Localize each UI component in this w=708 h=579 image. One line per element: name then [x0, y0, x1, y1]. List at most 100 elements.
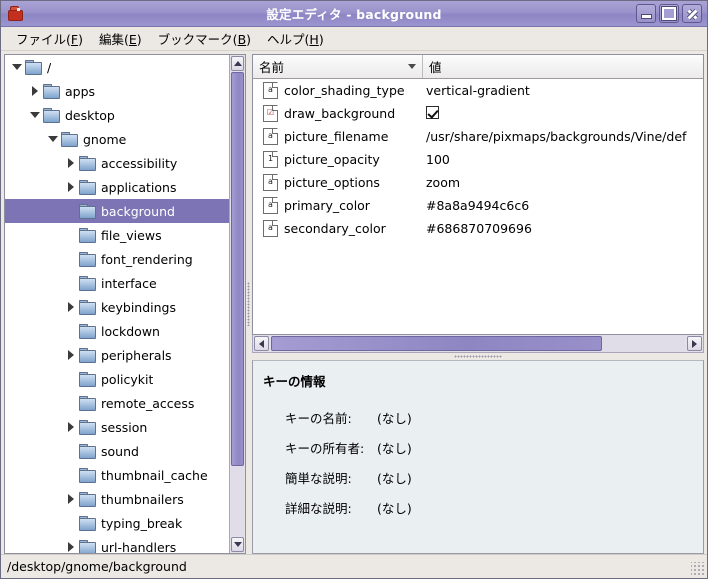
- expander-closed-icon[interactable]: [27, 86, 43, 96]
- titlebar[interactable]: 設定エディタ - background: [1, 1, 707, 27]
- folder-icon: [79, 204, 96, 219]
- key-value-cell[interactable]: zoom: [423, 175, 703, 190]
- expander-closed-icon[interactable]: [63, 494, 79, 504]
- expander-closed-icon[interactable]: [63, 302, 79, 312]
- tree-item-lockdown[interactable]: lockdown: [5, 319, 229, 343]
- expander-closed-icon[interactable]: [63, 182, 79, 192]
- key-value-cell[interactable]: #686870709696: [423, 221, 703, 236]
- table-scroll-thumb[interactable]: [271, 336, 603, 351]
- tree-item-url-handlers[interactable]: url-handlers: [5, 535, 229, 553]
- expander-closed-icon[interactable]: [63, 422, 79, 432]
- main-content: / apps desktop gnome accessibility applicatio…: [1, 51, 707, 554]
- tree-vertical-scrollbar[interactable]: [229, 55, 245, 553]
- table-row[interactable]: ☑ draw_background: [253, 102, 703, 125]
- key-info-value: (なし): [377, 501, 412, 516]
- tree-item-gnome[interactable]: gnome: [5, 127, 229, 151]
- tree-item-remote_access[interactable]: remote_access: [5, 391, 229, 415]
- tree-item-label: gnome: [83, 131, 127, 147]
- expander-open-icon[interactable]: [45, 136, 61, 142]
- table-row[interactable]: a secondary_color #686870709696: [253, 217, 703, 240]
- table-row[interactable]: a color_shading_type vertical-gradient: [253, 79, 703, 102]
- tree-item-thumbnail_cache[interactable]: thumbnail_cache: [5, 463, 229, 487]
- string-key-icon: a: [263, 128, 278, 145]
- settings-editor-window: 設定エディタ - background ファイル(F) 編集(E) ブックマーク…: [0, 0, 708, 579]
- tree-item-keybindings[interactable]: keybindings: [5, 295, 229, 319]
- tree-item-sound[interactable]: sound: [5, 439, 229, 463]
- tree-item-policykit[interactable]: policykit: [5, 367, 229, 391]
- column-header-value-label: 値: [429, 60, 442, 75]
- key-info-label: キーの名前:: [285, 411, 352, 426]
- menu-bookmarks[interactable]: ブックマーク(B): [150, 26, 259, 51]
- key-name-cell: a primary_color: [253, 197, 423, 214]
- pane-splitter[interactable]: [246, 54, 252, 554]
- menu-file[interactable]: ファイル(F): [8, 26, 91, 51]
- tree-item-session[interactable]: session: [5, 415, 229, 439]
- scroll-left-button[interactable]: [254, 336, 269, 351]
- tree-item-root[interactable]: /: [5, 55, 229, 79]
- table-row[interactable]: a picture_options zoom: [253, 171, 703, 194]
- key-info-value: (なし): [377, 411, 412, 426]
- tree-item-background[interactable]: background: [5, 199, 229, 223]
- checkbox-checked-icon[interactable]: [426, 105, 439, 119]
- expander-open-icon[interactable]: [27, 112, 43, 118]
- window-title: 設定エディタ - background: [266, 7, 442, 22]
- tree-item-applications[interactable]: applications: [5, 175, 229, 199]
- menu-help[interactable]: ヘルプ(H): [259, 26, 332, 51]
- tree-item-apps[interactable]: apps: [5, 79, 229, 103]
- key-value-cell[interactable]: vertical-gradient: [423, 83, 703, 98]
- scroll-down-button[interactable]: [231, 537, 244, 552]
- table-scroll-track[interactable]: [271, 335, 685, 352]
- string-key-icon: a: [263, 82, 278, 99]
- tree-item-file_views[interactable]: file_views: [5, 223, 229, 247]
- tree-item-typing_break[interactable]: typing_break: [5, 511, 229, 535]
- tree-item-desktop[interactable]: desktop: [5, 103, 229, 127]
- folder-icon: [61, 132, 78, 147]
- tree-item-label: policykit: [101, 371, 154, 387]
- key-info-value: (なし): [377, 471, 412, 486]
- tree-item-label: apps: [65, 83, 96, 99]
- horizontal-pane-splitter[interactable]: [252, 353, 704, 360]
- window-controls: [636, 4, 704, 23]
- expander-closed-icon[interactable]: [63, 542, 79, 552]
- tree-item-interface[interactable]: interface: [5, 271, 229, 295]
- column-header-name[interactable]: 名前: [253, 55, 423, 78]
- close-button[interactable]: [682, 4, 702, 23]
- expander-closed-icon[interactable]: [63, 158, 79, 168]
- key-value-cell[interactable]: 100: [423, 152, 703, 167]
- table-horizontal-scrollbar[interactable]: [252, 335, 704, 353]
- table-row[interactable]: a picture_filename/usr/share/pixmaps/back…: [253, 125, 703, 148]
- folder-icon: [43, 108, 60, 123]
- directory-tree[interactable]: / apps desktop gnome accessibility applicatio…: [5, 55, 229, 553]
- resize-grip[interactable]: [691, 562, 705, 576]
- tree-item-font_rendering[interactable]: font_rendering: [5, 247, 229, 271]
- key-info-label: 詳細な説明:: [285, 501, 352, 516]
- tree-scroll-thumb[interactable]: [231, 72, 244, 467]
- key-name-label: draw_background: [284, 106, 396, 121]
- menu-edit[interactable]: 編集(E): [91, 26, 150, 51]
- table-row[interactable]: 1 picture_opacity 100: [253, 148, 703, 171]
- integer-key-icon: 1: [263, 151, 278, 168]
- scroll-right-button[interactable]: [687, 336, 702, 351]
- key-value-cell[interactable]: [423, 105, 703, 122]
- minimize-button[interactable]: [636, 4, 656, 23]
- tree-item-label: session: [101, 419, 148, 435]
- tree-item-accessibility[interactable]: accessibility: [5, 151, 229, 175]
- tree-item-thumbnailers[interactable]: thumbnailers: [5, 487, 229, 511]
- key-value-cell[interactable]: #8a8a9494c6c6: [423, 198, 703, 213]
- scroll-up-button[interactable]: [231, 56, 244, 71]
- folder-icon: [79, 300, 96, 315]
- string-key-icon: a: [263, 220, 278, 237]
- expander-open-icon[interactable]: [9, 64, 25, 70]
- maximize-button[interactable]: [659, 4, 679, 23]
- expander-closed-icon[interactable]: [63, 350, 79, 360]
- tree-item-peripherals[interactable]: peripherals: [5, 343, 229, 367]
- key-table-body[interactable]: a color_shading_type vertical-gradient ☑ dra…: [253, 79, 703, 334]
- column-header-value[interactable]: 値: [423, 55, 703, 78]
- key-name-label: picture_options: [284, 175, 380, 190]
- key-value-cell[interactable]: /usr/share/pixmaps/backgrounds/Vine/def: [423, 129, 703, 144]
- tree-scroll-track[interactable]: [231, 72, 244, 536]
- folder-icon: [79, 156, 96, 171]
- table-row[interactable]: a primary_color #8a8a9494c6c6: [253, 194, 703, 217]
- folder-icon: [79, 396, 96, 411]
- folder-icon: [79, 180, 96, 195]
